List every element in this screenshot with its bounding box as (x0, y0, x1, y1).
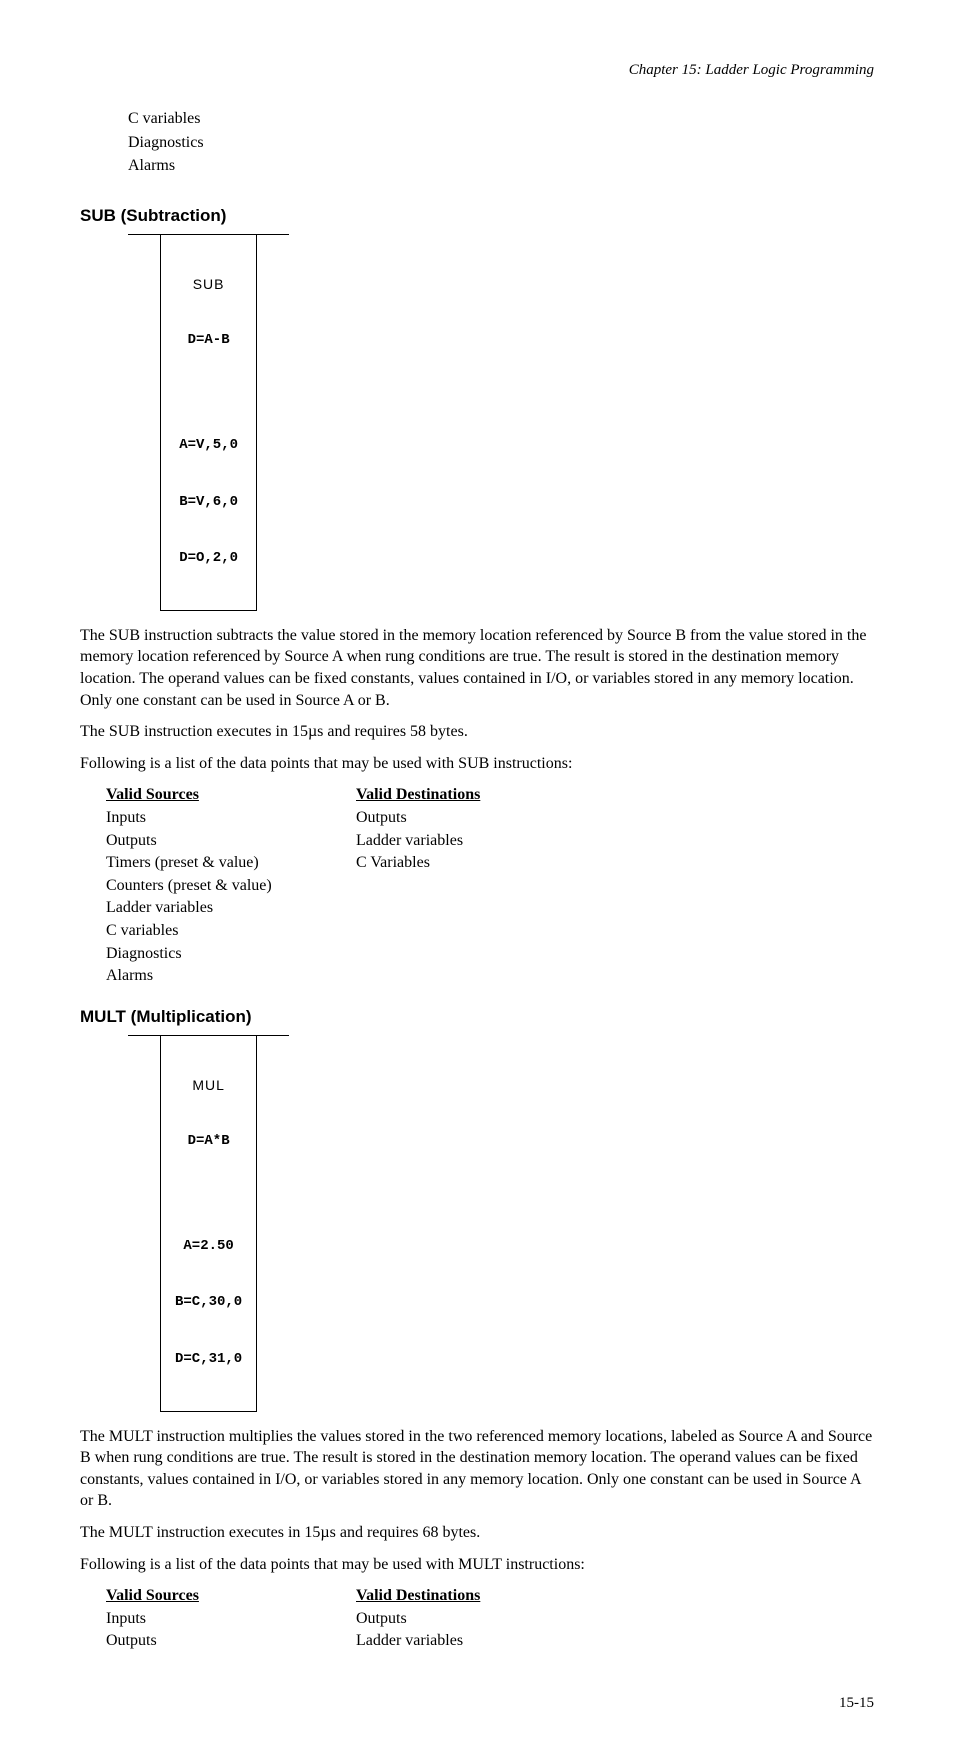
sub-datapoints-table: Valid Sources Inputs Outputs Timers (pre… (106, 784, 874, 987)
wire-left (128, 1035, 161, 1244)
sub-sources-column: Valid Sources Inputs Outputs Timers (pre… (106, 784, 356, 987)
sub-instruction-box: SUB D=A-B A=V,5,0 B=V,6,0 D=O,2,0 (161, 234, 257, 610)
spacer (175, 1189, 242, 1199)
list-item: Outputs (356, 807, 606, 829)
box-line: A=2.50 (175, 1237, 242, 1256)
list-item: C variables (128, 108, 874, 130)
list-item: Outputs (106, 1630, 356, 1652)
column-header: Valid Sources (106, 1585, 356, 1607)
mult-heading: MULT (Multiplication) (80, 1006, 874, 1029)
wire-right (257, 234, 290, 443)
list-item: Ladder variables (356, 830, 606, 852)
box-line: D=C,31,0 (175, 1350, 242, 1369)
column-header: Valid Destinations (356, 1585, 606, 1607)
page-number: 15-15 (80, 1693, 874, 1713)
box-line: B=C,30,0 (175, 1293, 242, 1312)
list-item: Ladder variables (106, 897, 356, 919)
sub-dests-column: Valid Destinations Outputs Ladder variab… (356, 784, 606, 987)
box-line: A=V,5,0 (175, 436, 242, 455)
list-item: Diagnostics (106, 943, 356, 965)
box-line: D=O,2,0 (175, 549, 242, 568)
box-expression: D=A*B (175, 1132, 242, 1151)
sub-heading: SUB (Subtraction) (80, 205, 874, 228)
sub-ladder-diagram: SUB D=A-B A=V,5,0 B=V,6,0 D=O,2,0 (128, 234, 874, 611)
list-item: Timers (preset & value) (106, 852, 356, 874)
spacer (175, 388, 242, 398)
page-header: Chapter 15: Ladder Logic Programming (80, 60, 874, 80)
mult-description-2: The MULT instruction executes in 15µs an… (80, 1522, 874, 1544)
mult-description-3: Following is a list of the data points t… (80, 1554, 874, 1576)
sub-description-3: Following is a list of the data points t… (80, 753, 874, 775)
list-item: C Variables (356, 852, 606, 874)
box-line: B=V,6,0 (175, 493, 242, 512)
list-item: Alarms (128, 155, 874, 177)
list-item: C variables (106, 920, 356, 942)
sub-description-2: The SUB instruction executes in 15µs and… (80, 721, 874, 743)
mult-datapoints-table: Valid Sources Inputs Outputs Valid Desti… (106, 1585, 874, 1653)
box-title: MUL (175, 1076, 242, 1095)
column-header: Valid Sources (106, 784, 356, 806)
list-item: Diagnostics (128, 132, 874, 154)
list-item: Ladder variables (356, 1630, 606, 1652)
wire-left (128, 234, 161, 443)
mult-dests-column: Valid Destinations Outputs Ladder variab… (356, 1585, 606, 1653)
list-item: Alarms (106, 965, 356, 987)
box-expression: D=A-B (175, 331, 242, 350)
mult-instruction-box: MUL D=A*B A=2.50 B=C,30,0 D=C,31,0 (161, 1035, 257, 1411)
mult-description-1: The MULT instruction multiplies the valu… (80, 1426, 874, 1512)
list-item: Inputs (106, 807, 356, 829)
list-item: Outputs (106, 830, 356, 852)
list-item: Outputs (356, 1608, 606, 1630)
mult-ladder-diagram: MUL D=A*B A=2.50 B=C,30,0 D=C,31,0 (128, 1035, 874, 1412)
list-item: Counters (preset & value) (106, 875, 356, 897)
box-title: SUB (175, 275, 242, 294)
list-item: Inputs (106, 1608, 356, 1630)
column-header: Valid Destinations (356, 784, 606, 806)
top-continuation-list: C variables Diagnostics Alarms (128, 108, 874, 177)
mult-sources-column: Valid Sources Inputs Outputs (106, 1585, 356, 1653)
sub-description-1: The SUB instruction subtracts the value … (80, 625, 874, 711)
wire-right (257, 1035, 290, 1244)
